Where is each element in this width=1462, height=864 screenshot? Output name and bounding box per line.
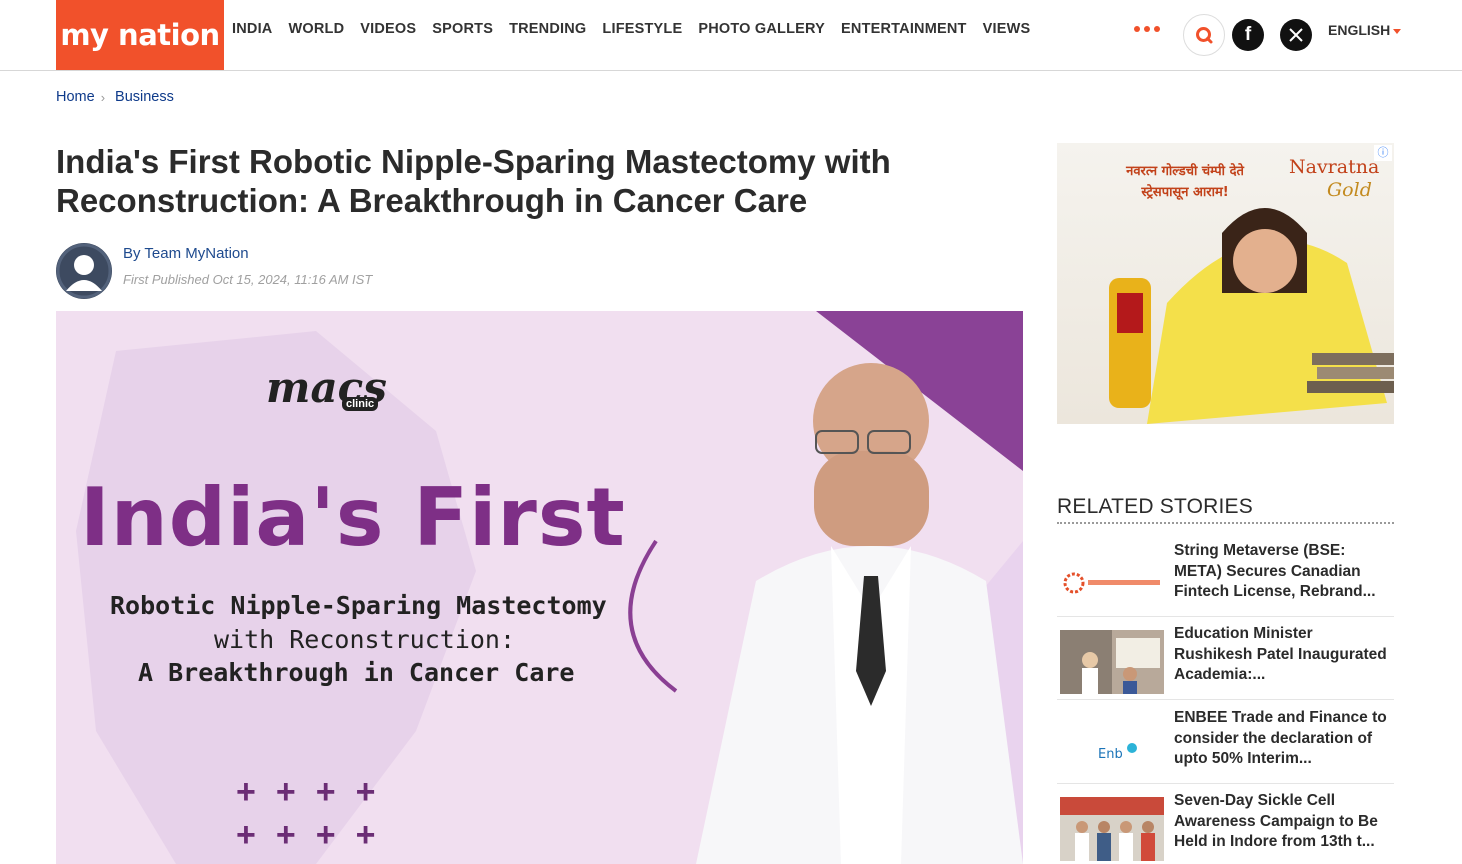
search-icon [1196, 27, 1213, 44]
search-button[interactable] [1183, 14, 1225, 56]
story-thumbnail[interactable] [1060, 547, 1164, 611]
ad-info-icon[interactable]: ⓘ [1374, 145, 1392, 161]
ad-text: नवरत्न गोल्डची चंम्पी देते स्ट्रेसपासून … [1085, 161, 1285, 203]
nav-item-sports[interactable]: SPORTS [432, 21, 493, 37]
language-label: ENGLISH [1328, 22, 1391, 38]
more-dots-icon[interactable] [1134, 22, 1164, 36]
nav-item-lifestyle[interactable]: LIFESTYLE [602, 21, 682, 37]
breadcrumb-business[interactable]: Business [115, 89, 174, 105]
article-hero-image: macs clinic India's First Robotic Nipple… [56, 311, 1023, 864]
author-link[interactable]: By Team MyNation [123, 245, 249, 262]
hero-plus-row: ++++ [236, 773, 396, 811]
hero-headline: India's First [80, 471, 626, 564]
site-logo[interactable]: my nation [56, 0, 224, 70]
story-thumbnail[interactable] [1060, 797, 1164, 861]
advertisement[interactable]: नवरत्न गोल्डची चंम्पी देते स्ट्रेसपासून … [1057, 143, 1394, 424]
breadcrumb: Home › Business [56, 89, 174, 105]
chevron-right-icon: › [100, 89, 106, 105]
story-title[interactable]: Seven-Day Sickle Cell Awareness Campaign… [1174, 791, 1389, 853]
related-story[interactable]: Seven-Day Sickle Cell Awareness Campaign… [1057, 791, 1394, 864]
divider [1057, 522, 1394, 524]
avatar [56, 243, 112, 299]
ad-brand-sub: Gold [1327, 179, 1372, 201]
ad-brand: Navratna [1289, 156, 1380, 178]
hero-line-2: with Reconstruction: [214, 625, 516, 654]
svg-text:Enb: Enb [1098, 747, 1123, 762]
x-icon[interactable] [1280, 19, 1312, 51]
ad-text-line-2: स्ट्रेसपासून आराम! [1141, 185, 1229, 200]
story-thumbnail[interactable]: Enb [1060, 714, 1164, 778]
nav-item-india[interactable]: INDIA [232, 21, 272, 37]
related-stories-heading: RELATED STORIES [1057, 495, 1253, 518]
story-title[interactable]: Education Minister Rushikesh Patel Inaug… [1174, 624, 1389, 686]
published-date: First Published Oct 15, 2024, 11:16 AM I… [123, 272, 373, 287]
nav-item-trending[interactable]: TRENDING [509, 21, 586, 37]
related-story[interactable]: Education Minister Rushikesh Patel Inaug… [1057, 624, 1394, 700]
hero-plus-row: ++++ [236, 816, 396, 854]
article-title: India's First Robotic Nipple-Sparing Mas… [56, 143, 891, 219]
related-story[interactable]: String Metaverse (BSE: META) Secures Can… [1057, 541, 1394, 617]
story-title[interactable]: ENBEE Trade and Finance to consider the … [1174, 708, 1389, 770]
nav-item-views[interactable]: VIEWS [983, 21, 1031, 37]
chevron-down-icon [1393, 28, 1402, 34]
story-thumbnail[interactable] [1060, 630, 1164, 694]
site-header: my nation INDIA WORLD VIDEOS SPORTS TREN… [0, 0, 1462, 71]
nav-item-videos[interactable]: VIDEOS [360, 21, 416, 37]
facebook-icon[interactable]: f [1232, 19, 1264, 51]
hero-brand-sub: clinic [342, 397, 379, 411]
hero-line-1: Robotic Nipple-Sparing Mastectomy [110, 591, 607, 620]
breadcrumb-home[interactable]: Home [56, 89, 95, 105]
main-nav: INDIA WORLD VIDEOS SPORTS TRENDING LIFES… [232, 21, 1046, 37]
hero-line-3: A Breakthrough in Cancer Care [138, 658, 575, 687]
ad-text-line-1: नवरत्न गोल्डची चंम्पी देते [1126, 164, 1244, 179]
related-story[interactable]: Enb ENBEE Trade and Finance to consider … [1057, 708, 1394, 784]
nav-item-world[interactable]: WORLD [288, 21, 344, 37]
nav-item-entertainment[interactable]: ENTERTAINMENT [841, 21, 967, 37]
language-selector[interactable]: ENGLISH [1328, 22, 1402, 38]
nav-item-photo-gallery[interactable]: PHOTO GALLERY [698, 21, 825, 37]
story-title[interactable]: String Metaverse (BSE: META) Secures Can… [1174, 541, 1389, 603]
